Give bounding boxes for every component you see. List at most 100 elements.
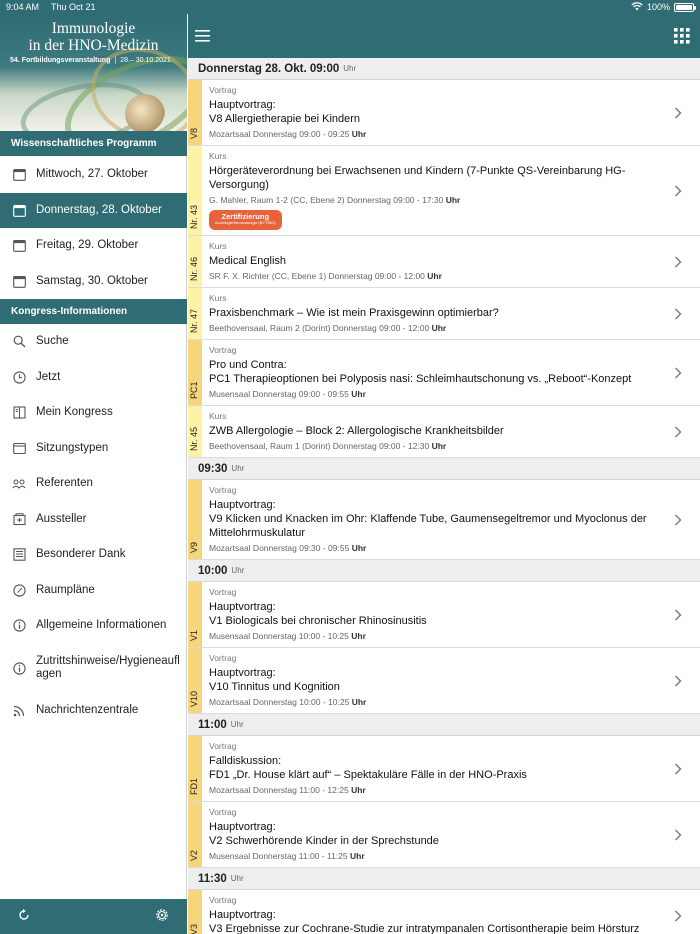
sidebar-item[interactable]: Nachrichtenzentrale <box>0 693 187 728</box>
section-header-info: Kongress-Informationen <box>0 299 187 324</box>
session-code-label: V8 <box>189 127 199 139</box>
session-row[interactable]: V8 Vortrag Hauptvortrag: V8 Allergietherap… <box>188 80 700 146</box>
refresh-icon[interactable] <box>17 908 31 925</box>
certification-badge-label: Zertifizierung <box>221 212 270 221</box>
session-type: Vortrag <box>209 85 237 95</box>
session-row[interactable]: V10 Vortrag Hauptvortrag: V10 Tinnitus und… <box>188 648 700 714</box>
session-body: Kurs Praxisbenchmark – Wie ist mein Praxi… <box>202 288 700 339</box>
sidebar-item[interactable]: Jetzt <box>0 360 187 395</box>
sidebar-item-label: Samstag, 30. Oktober <box>36 274 148 287</box>
chevron-right-icon <box>672 367 684 379</box>
chevron-right-icon <box>672 256 684 268</box>
session-location-time: SR F. X. Richter (CC, Ebene 1) Donnersta… <box>209 270 674 282</box>
session-code-label: FD1 <box>189 777 199 795</box>
search-icon <box>12 335 26 349</box>
session-type-bar: V10 <box>188 648 202 713</box>
session-type: Vortrag <box>209 345 237 355</box>
info-icon <box>12 661 26 675</box>
session-room: Mozartsaal Donnerstag 11:00 - 12:25 <box>209 785 349 795</box>
session-row[interactable]: FD1 Vortrag Falldiskussion: FD1 „Dr. House… <box>188 736 700 802</box>
session-location-time: Mozartsaal Donnerstag 09:30 - 09:55 Uhr <box>209 542 674 554</box>
sidebar-item[interactable]: Besonderer Dank <box>0 537 187 572</box>
session-time-unit: Uhr <box>349 851 365 861</box>
session-row[interactable]: Nr. 47 Kurs Praxisbenchmark – Wie ist mein… <box>188 288 700 340</box>
sidebar-item-label: Aussteller <box>36 513 87 525</box>
sidebar-item[interactable]: Zutrittshinweise/Hygieneauflagen <box>0 644 187 692</box>
time-unit: Uhr <box>230 874 244 883</box>
session-location-time: Musensaal Donnerstag 09:00 - 09:55 Uhr <box>209 388 674 400</box>
session-type: Vortrag <box>209 807 237 817</box>
session-row[interactable]: V1 Vortrag Hauptvortrag: V1 Biologicals be… <box>188 582 700 648</box>
session-row[interactable]: V2 Vortrag Hauptvortrag: V2 Schwerhörende … <box>188 802 700 868</box>
session-title: Hörgeräteverordnung bei Erwachsenen und … <box>209 165 626 191</box>
session-time-unit: Uhr <box>351 631 366 641</box>
time-group-label: 11:00 <box>198 718 227 731</box>
session-room: Mozartsaal Donnerstag 09:00 - 09:25 <box>209 129 350 139</box>
sidebar-item-label: Jetzt <box>36 371 61 383</box>
chevron-right-icon <box>672 107 684 119</box>
sidebar-item-label: Besonderer Dank <box>36 548 126 560</box>
session-body: Vortrag Falldiskussion: FD1 „Dr. House kl… <box>202 736 700 801</box>
session-body: Vortrag Hauptvortrag: V9 Klicken und Knac… <box>202 480 700 559</box>
session-code-label: V10 <box>189 690 199 707</box>
grid-apps-icon[interactable] <box>672 26 692 46</box>
certification-badge-subtitle: Audiologie/Neurootologie (BV HNO) <box>215 221 276 225</box>
session-title: Falldiskussion: FD1 „Dr. House klärt auf… <box>209 755 527 781</box>
session-title: Hauptvortrag: V10 Tinnitus und Kognition <box>209 667 340 693</box>
session-type-bar: V1 <box>188 582 202 647</box>
sidebar-item[interactable]: Sitzungstypen <box>0 431 187 466</box>
banner-title: Immunologie in der HNO-Medizin <box>0 20 187 54</box>
chevron-right-icon <box>672 609 684 621</box>
session-time-unit: Uhr <box>445 195 461 205</box>
session-row[interactable]: PC1 Vortrag Pro und Contra: PC1 Therapieop… <box>188 340 700 406</box>
session-code-label: Nr. 43 <box>189 204 199 229</box>
chevron-right-icon <box>672 185 684 197</box>
session-title: Hauptvortrag: V8 Allergietherapie bei Ki… <box>209 99 361 125</box>
sidebar-item[interactable]: Referenten <box>0 466 187 501</box>
session-room: SR F. X. Richter (CC, Ebene 1) Donnersta… <box>209 271 425 281</box>
sidebar-item-label: Referenten <box>36 477 93 489</box>
session-room: Mozartsaal Donnerstag 10:00 - 10:25 <box>209 697 350 707</box>
session-row[interactable]: V9 Vortrag Hauptvortrag: V9 Klicken und Kn… <box>188 480 700 560</box>
session-code-label: V9 <box>189 541 199 553</box>
sidebar-item[interactable]: Mittwoch, 27. Oktober <box>0 157 187 193</box>
session-row[interactable]: Nr. 45 Kurs ZWB Allergologie – Block 2: Al… <box>188 406 700 458</box>
session-type: Kurs <box>209 241 227 251</box>
list-icon <box>12 548 26 562</box>
session-time-unit: Uhr <box>351 389 366 399</box>
session-row[interactable]: Nr. 46 Kurs Medical English SR F. X. Richte… <box>188 236 700 288</box>
session-title: Hauptvortrag: V1 Biologicals bei chronis… <box>209 601 427 627</box>
sidebar-item[interactable]: Suche <box>0 324 187 359</box>
sidebar-item[interactable]: Freitag, 29. Oktober <box>0 228 187 264</box>
window-icon <box>12 442 26 456</box>
time-group-label: Donnerstag 28. Okt. 09:00 <box>198 62 340 75</box>
sidebar-item[interactable]: Donnerstag, 28. Oktober <box>0 192 187 228</box>
sidebar-item[interactable]: Mein Kongress <box>0 395 187 430</box>
compass-icon <box>12 584 26 598</box>
time-unit: Uhr <box>230 720 244 729</box>
section-header-program: Wissenschaftliches Programm <box>0 131 187 156</box>
session-room: Musensaal Donnerstag 09:00 - 09:55 <box>209 389 349 399</box>
session-row[interactable]: Nr. 43 Kurs Hörgeräteverordnung bei Erwach… <box>188 146 700 236</box>
session-type-bar: V3 <box>188 890 202 934</box>
session-room: Musensaal Donnerstag 11:00 - 11:25 <box>209 851 348 861</box>
session-time-unit: Uhr <box>427 271 442 281</box>
hamburger-menu-icon[interactable] <box>193 26 213 46</box>
session-type-bar: PC1 <box>188 340 202 405</box>
sidebar-item[interactable]: Raumpläne <box>0 573 187 608</box>
session-room: G. Mahler, Raum 1-2 (CC, Ebene 2) Donner… <box>209 195 444 205</box>
session-body: Kurs Medical English SR F. X. Richter (CC,… <box>202 236 700 287</box>
sidebar-item[interactable]: Samstag, 30. Oktober <box>0 264 187 300</box>
sidebar-item[interactable]: Aussteller <box>0 502 187 537</box>
session-time-unit: Uhr <box>431 323 447 333</box>
sidebar: Immunologie in der HNO-Medizin 54. Fortb… <box>0 0 187 934</box>
sidebar-item[interactable]: Allgemeine Informationen <box>0 608 187 643</box>
session-time-unit: Uhr <box>351 543 367 553</box>
session-type-bar: Nr. 47 <box>188 288 202 339</box>
session-row[interactable]: V3 Vortrag Hauptvortrag: V3 Ergebnisse zur… <box>188 890 700 934</box>
status-time: 9:04 AM <box>6 2 40 12</box>
session-body: Vortrag Hauptvortrag: V2 Schwerhörende Ki… <box>202 802 700 867</box>
time-group-label: 11:30 <box>198 872 227 885</box>
settings-gear-icon[interactable] <box>154 907 170 926</box>
battery-level <box>676 4 692 10</box>
